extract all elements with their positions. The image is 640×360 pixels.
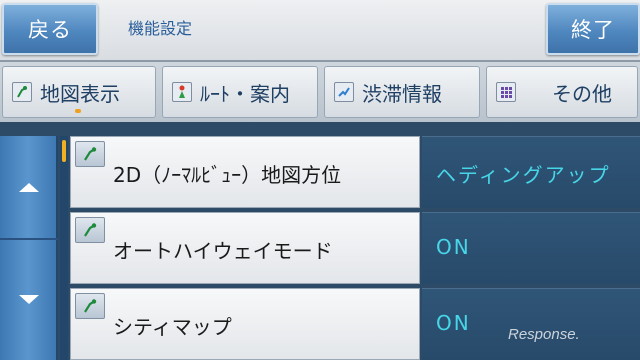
scroll-column (0, 136, 58, 360)
setting-row-city-map[interactable]: シティマップ (70, 288, 420, 360)
watermark: Response. (508, 326, 580, 343)
tab-other[interactable]: その他 (486, 66, 638, 118)
setting-row-map-orientation[interactable]: 2D（ﾉｰﾏﾙﾋﾞｭｰ）地図方位 (70, 136, 420, 208)
arrow-up-icon (19, 183, 39, 192)
tab-traffic-info-label: 渋滞情報 (362, 81, 442, 106)
map-pin-icon (75, 293, 105, 319)
tab-traffic-info[interactable]: 渋滞情報 (324, 66, 480, 118)
map-pin-icon (75, 141, 105, 167)
route-flag-icon (172, 82, 192, 102)
setting-value: ヘディングアップ (436, 163, 611, 187)
tab-map-display[interactable]: 地図表示 (2, 66, 156, 118)
setting-row-auto-highway-mode[interactable]: オートハイウェイモード (70, 212, 420, 284)
tab-map-display-label: 地図表示 (40, 81, 120, 106)
setting-label: 2D（ﾉｰﾏﾙﾋﾞｭｰ）地図方位 (113, 163, 342, 187)
tab-route-guidance[interactable]: ﾙｰﾄ・案内 (162, 66, 318, 118)
map-pin-icon (12, 82, 32, 102)
tab-route-guidance-label: ﾙｰﾄ・案内 (200, 81, 290, 106)
map-pin-icon (75, 217, 105, 243)
arrow-down-icon (19, 295, 39, 304)
tab-bar: 地図表示 ﾙｰﾄ・案内 渋滞情報 その他 (0, 62, 640, 122)
traffic-icon (334, 82, 354, 102)
setting-value-map-orientation[interactable]: ヘディングアップ (422, 136, 640, 208)
end-button[interactable]: 終了 (546, 3, 640, 55)
scroll-up-button[interactable] (0, 136, 58, 240)
top-bar: 戻る 機能設定 終了 (0, 0, 640, 62)
setting-value-auto-highway-mode[interactable]: ON (422, 212, 640, 284)
setting-value-city-map[interactable]: ON (422, 288, 640, 360)
setting-value: ON (436, 235, 471, 259)
back-button[interactable]: 戻る (2, 3, 98, 55)
page-title: 機能設定 (128, 19, 193, 38)
tab-other-label: その他 (552, 81, 612, 106)
selected-indicator (75, 109, 81, 113)
setting-label: シティマップ (113, 315, 232, 339)
scrollbar-thumb[interactable] (62, 140, 66, 162)
grid-icon (496, 82, 516, 102)
scrollbar-track[interactable] (60, 136, 68, 360)
setting-label: オートハイウェイモード (113, 239, 333, 263)
scroll-down-button[interactable] (0, 248, 58, 352)
setting-value: ON (436, 311, 471, 335)
